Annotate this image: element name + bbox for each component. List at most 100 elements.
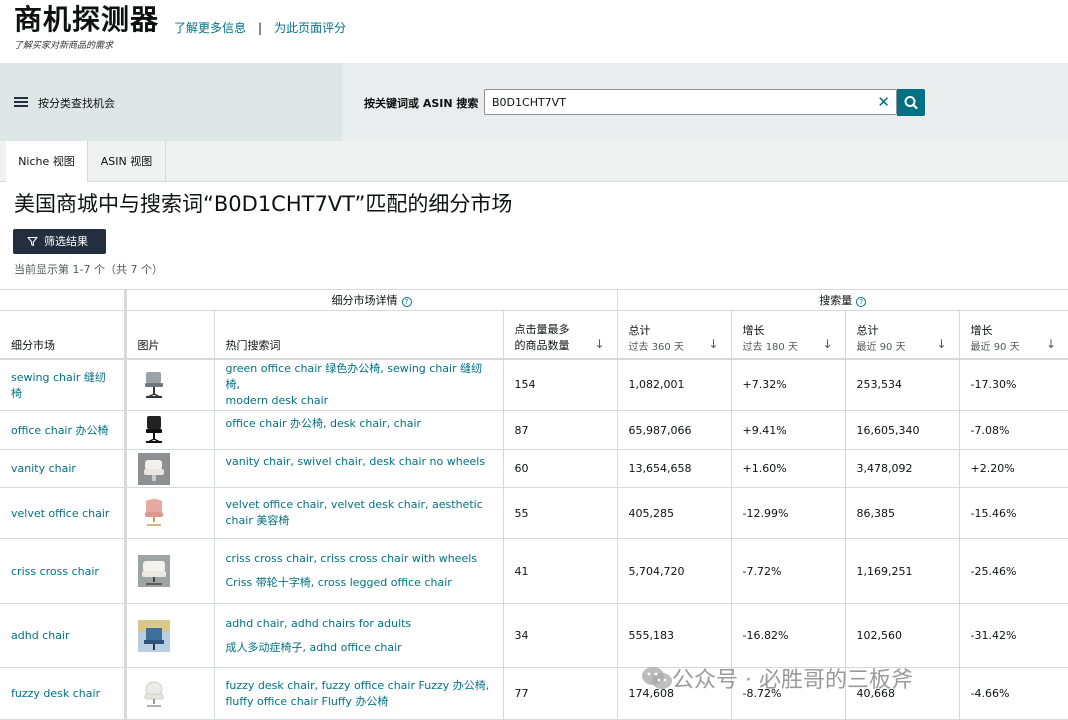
total-90: 3,478,092 bbox=[844, 449, 960, 488]
sort-arrow-icon[interactable]: ↓ bbox=[1046, 337, 1056, 351]
growth-180: -16.82% bbox=[730, 603, 846, 668]
top-search-terms[interactable]: vanity chair, swivel chair, desk chair n… bbox=[213, 449, 503, 488]
total-360: 13,654,658 bbox=[616, 449, 732, 488]
sort-arrow-icon[interactable]: ↓ bbox=[708, 337, 718, 351]
top-search-terms[interactable]: criss cross chair, criss cross chair wit… bbox=[213, 538, 503, 604]
sort-arrow-icon[interactable]: ↓ bbox=[822, 337, 832, 351]
niche-link[interactable]: sewing chair 缝纫椅 bbox=[0, 358, 125, 411]
category-browse-label: 按分类查找机会 bbox=[38, 97, 115, 110]
table-row: velvet office chair velvet office chair,… bbox=[0, 487, 1068, 539]
info-icon[interactable]: ? bbox=[856, 297, 867, 307]
growth-180: +9.41% bbox=[730, 410, 846, 450]
tab-asin-view[interactable]: ASIN 视图 bbox=[88, 141, 166, 182]
total-360: 555,183 bbox=[616, 603, 732, 668]
clear-icon[interactable]: ✕ bbox=[877, 93, 890, 111]
top-search-terms[interactable]: office chair 办公椅, desk chair, chair bbox=[213, 410, 503, 450]
growth-90: -25.46% bbox=[958, 538, 1068, 604]
niche-link[interactable]: office chair 办公椅 bbox=[0, 410, 125, 450]
clicked-count: 41 bbox=[502, 538, 618, 604]
col-most-clicked[interactable]: 点击量最多 的商品数量 ↓ bbox=[502, 310, 618, 360]
product-thumbnail bbox=[123, 603, 214, 668]
clicked-count: 87 bbox=[502, 410, 618, 450]
total-360: 65,987,066 bbox=[616, 410, 732, 450]
criss-cross-chair-image bbox=[137, 555, 170, 587]
vanity-chair-image bbox=[137, 452, 170, 485]
table-row: office chair 办公椅 office chair 办公椅, desk … bbox=[0, 410, 1068, 450]
total-90: 253,534 bbox=[844, 358, 960, 411]
fuzzy-chair-image bbox=[144, 681, 163, 707]
rate-page-link[interactable]: 为此页面评分 bbox=[274, 21, 346, 35]
col-top-terms: 热门搜索词 bbox=[213, 310, 503, 360]
col-image: 图片 bbox=[123, 310, 214, 360]
top-search-terms[interactable]: green office chair 绿色办公椅, sewing chair 缝… bbox=[213, 358, 503, 411]
total-90: 16,605,340 bbox=[844, 410, 960, 450]
growth-180: +7.32% bbox=[730, 358, 846, 411]
col-niche: 细分市场 bbox=[0, 310, 125, 360]
search-input[interactable] bbox=[485, 90, 855, 114]
niche-details-group-header: 细分市场详情? bbox=[123, 289, 618, 311]
wechat-icon bbox=[642, 667, 672, 689]
search-volume-group-header: 搜索量? bbox=[616, 289, 1068, 311]
search-bar: 按分类查找机会 按关键词或 ASIN 搜索 ✕ bbox=[0, 63, 1068, 141]
niche-table: 细分市场详情? 搜索量? 细分市场 图片 热门搜索词 点击量最多 的商品数量 ↓ 总… bbox=[0, 289, 1068, 720]
niche-link[interactable]: fuzzy desk chair bbox=[0, 667, 125, 720]
info-icon[interactable]: ? bbox=[401, 297, 412, 307]
results-count: 当前显示第 1-7 个（共 7 个） bbox=[14, 263, 163, 276]
product-thumbnail bbox=[123, 538, 214, 604]
niche-link[interactable]: adhd chair bbox=[0, 603, 125, 668]
niche-link[interactable]: velvet office chair bbox=[0, 487, 125, 539]
top-search-terms[interactable]: velvet office chair, velvet desk chair, … bbox=[213, 487, 503, 539]
product-thumbnail bbox=[123, 667, 214, 720]
col-growth-90[interactable]: 增长 最近 90 天 ↓ bbox=[958, 310, 1068, 360]
growth-180: -7.72% bbox=[730, 538, 846, 604]
top-search-terms[interactable]: fuzzy desk chair, fuzzy office chair Fuz… bbox=[213, 667, 503, 720]
adhd-chair-image bbox=[137, 619, 170, 652]
product-thumbnail bbox=[123, 358, 214, 411]
sort-arrow-icon[interactable]: ↓ bbox=[936, 337, 946, 351]
growth-90: -31.42% bbox=[958, 603, 1068, 668]
col-total-90[interactable]: 总计 最近 90 天 ↓ bbox=[844, 310, 960, 360]
total-360: 5,704,720 bbox=[616, 538, 732, 604]
growth-180: +1.60% bbox=[730, 449, 846, 488]
office-chair-image bbox=[145, 416, 162, 443]
clicked-count: 55 bbox=[502, 487, 618, 539]
niche-link[interactable]: vanity chair bbox=[0, 449, 125, 488]
total-360: 1,082,001 bbox=[616, 358, 732, 411]
filter-icon bbox=[27, 236, 38, 247]
app-subtitle: 了解买家对新商品的需求 bbox=[14, 41, 114, 51]
learn-more-link[interactable]: 了解更多信息 bbox=[174, 21, 246, 35]
watermark-text: 公众号 · 必胜哥的三板斧 bbox=[672, 668, 913, 693]
growth-90: -15.46% bbox=[958, 487, 1068, 539]
top-search-terms[interactable]: adhd chair, adhd chairs for adults 成人多动症椅… bbox=[213, 603, 503, 668]
growth-90: +2.20% bbox=[958, 449, 1068, 488]
total-360: 405,285 bbox=[616, 487, 732, 539]
menu-icon bbox=[14, 97, 28, 107]
niche-link[interactable]: criss cross chair bbox=[0, 538, 125, 604]
growth-90: -17.30% bbox=[958, 358, 1068, 411]
total-90: 1,169,251 bbox=[844, 538, 960, 604]
col-growth-180[interactable]: 增长 过去 180 天 ↓ bbox=[730, 310, 846, 360]
app-title: 商机探测器 bbox=[14, 3, 160, 36]
tab-niche-view[interactable]: Niche 视图 bbox=[6, 141, 88, 183]
table-row: vanity chair vanity chair, swivel chair,… bbox=[0, 449, 1068, 488]
results-title: 美国商城中与搜索词“B0D1CHT7VT”匹配的细分市场 bbox=[14, 192, 513, 216]
velvet-chair-image bbox=[144, 499, 163, 526]
growth-180: -12.99% bbox=[730, 487, 846, 539]
product-thumbnail bbox=[123, 410, 214, 450]
header-links: 了解更多信息 | 为此页面评分 bbox=[174, 19, 346, 36]
table-row: criss cross chair criss cross chair, cri… bbox=[0, 538, 1068, 604]
sort-arrow-icon[interactable]: ↓ bbox=[594, 337, 604, 351]
category-browse-button[interactable]: 按分类查找机会 bbox=[0, 63, 342, 141]
filter-results-button[interactable]: 筛选结果 bbox=[13, 229, 106, 254]
sewing-chair-image bbox=[144, 371, 163, 398]
clicked-count: 60 bbox=[502, 449, 618, 488]
total-90: 102,560 bbox=[844, 603, 960, 668]
clicked-count: 77 bbox=[502, 667, 618, 720]
clicked-count: 154 bbox=[502, 358, 618, 411]
col-total-360[interactable]: 总计 过去 360 天 ↓ bbox=[616, 310, 732, 360]
page-header: 商机探测器 了解买家对新商品的需求 了解更多信息 | 为此页面评分 bbox=[0, 0, 1068, 62]
clicked-count: 34 bbox=[502, 603, 618, 668]
growth-90: -4.66% bbox=[958, 667, 1068, 720]
table-row: adhd chair adhd chair, adhd chairs for a… bbox=[0, 603, 1068, 668]
search-button[interactable] bbox=[897, 89, 925, 116]
